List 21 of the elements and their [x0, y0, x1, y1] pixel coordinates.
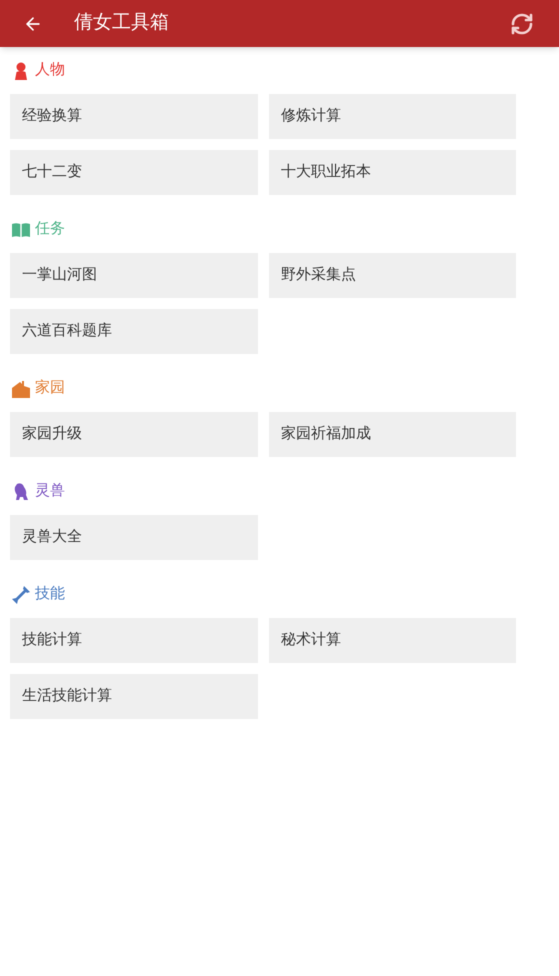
tool-button[interactable]: 技能计算 — [10, 618, 258, 663]
section-title: 技能 — [35, 584, 65, 604]
tool-button[interactable]: 修炼计算 — [269, 94, 516, 139]
tool-button[interactable]: 灵兽大全 — [10, 515, 258, 560]
tool-button[interactable]: 野外采集点 — [269, 253, 516, 298]
tool-button[interactable]: 十大职业拓本 — [269, 150, 516, 195]
section-title: 灵兽 — [35, 481, 65, 502]
tool-button[interactable]: 秘术计算 — [269, 618, 516, 663]
app-title: 倩女工具箱 — [74, 11, 169, 36]
tool-button[interactable]: 六道百科题库 — [10, 309, 258, 354]
section-title: 家园 — [35, 378, 65, 398]
section-title: 任务 — [35, 219, 65, 240]
refresh-icon — [510, 12, 534, 36]
tool-button[interactable]: 生活技能计算 — [10, 674, 258, 719]
tool-button[interactable]: 经验换算 — [10, 94, 258, 139]
tool-button[interactable]: 七十二变 — [10, 150, 258, 195]
tool-button[interactable]: 家园升级 — [10, 412, 258, 457]
tool-button[interactable]: 家园祈福加成 — [269, 412, 516, 457]
tool-button[interactable]: 一掌山河图 — [10, 253, 258, 298]
refresh-button[interactable] — [509, 10, 535, 36]
section-title: 人物 — [35, 60, 65, 80]
